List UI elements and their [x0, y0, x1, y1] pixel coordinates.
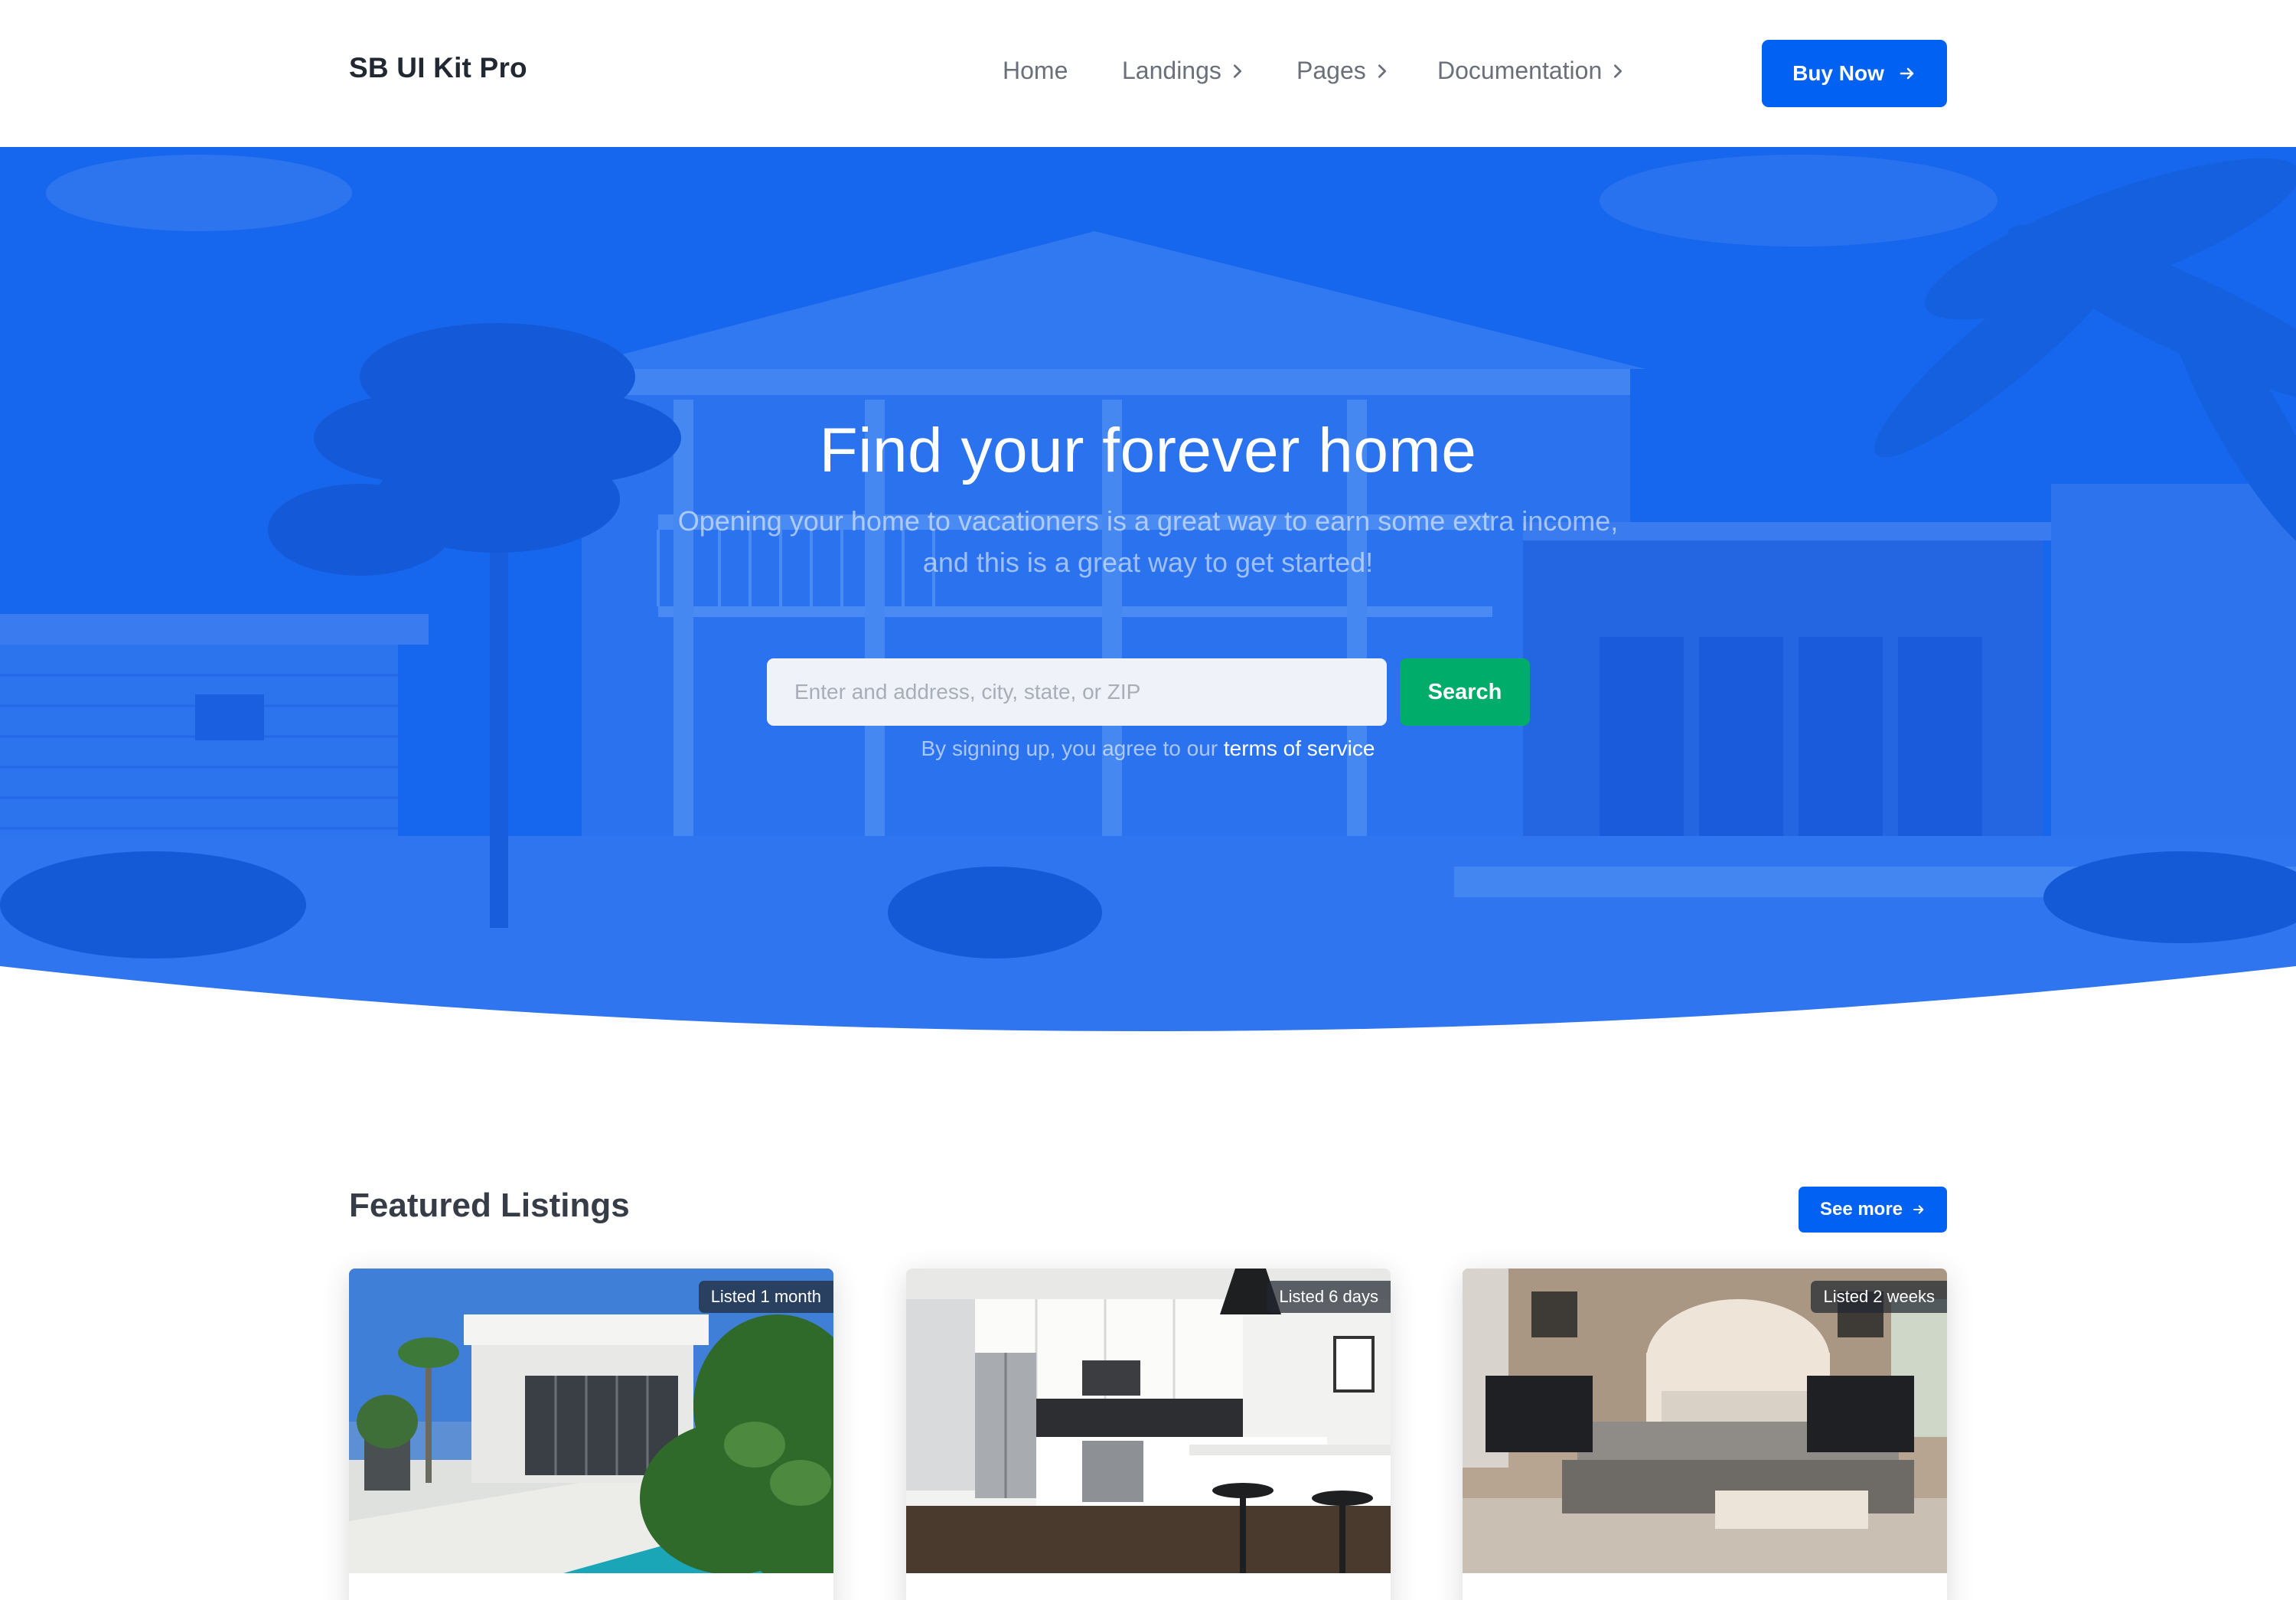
listing-card[interactable]: Listed 1 month	[349, 1269, 833, 1600]
featured-listings-heading: Featured Listings	[349, 1187, 630, 1224]
bedroom-photo	[1463, 1269, 1947, 1573]
search-button[interactable]: Search	[1400, 658, 1530, 726]
terms-of-service-link[interactable]: terms of service	[1224, 736, 1375, 760]
listed-time-badge: Listed 1 month	[698, 1281, 833, 1313]
nav-link-label: Landings	[1122, 57, 1221, 84]
listed-time-badge: Listed 6 days	[1267, 1281, 1391, 1313]
arrow-right-icon	[1913, 1205, 1924, 1214]
nav-link-label: Pages	[1296, 57, 1366, 84]
address-search-input[interactable]	[767, 658, 1387, 726]
chevron-right-icon	[1614, 64, 1623, 78]
hero-title: Find your forever home	[819, 416, 1477, 485]
kitchen-photo	[906, 1269, 1391, 1573]
terms-notice: By signing up, you agree to our terms of…	[0, 736, 2296, 761]
nav-link-home[interactable]: Home	[1003, 57, 1068, 85]
see-more-button[interactable]: See more	[1799, 1187, 1947, 1233]
brand-logo[interactable]: SB UI Kit Pro	[349, 52, 527, 84]
modern-house-pool-photo	[349, 1269, 833, 1573]
navbar: SB UI Kit Pro Home Landings Pages Docume…	[0, 0, 2296, 147]
buy-now-button[interactable]: Buy Now	[1762, 40, 1947, 107]
chevron-right-icon	[1233, 64, 1241, 78]
terms-prefix: By signing up, you agree to our	[921, 736, 1218, 760]
hero-section: Find your forever home Opening your home…	[0, 147, 2296, 1043]
see-more-label: See more	[1819, 1199, 1903, 1220]
listing-card[interactable]: Listed 2 weeks	[1463, 1269, 1947, 1600]
listing-card[interactable]: Listed 6 days	[906, 1269, 1391, 1600]
nav-link-documentation[interactable]: Documentation	[1437, 57, 1626, 85]
nav-link-landings[interactable]: Landings	[1122, 57, 1246, 85]
nav-link-label: Home	[1003, 57, 1068, 84]
chevron-right-icon	[1378, 64, 1386, 78]
listed-time-badge: Listed 2 weeks	[1811, 1281, 1947, 1313]
arrow-right-icon	[1900, 67, 1914, 80]
hero-background-house-image	[0, 147, 2296, 1043]
buy-now-label: Buy Now	[1792, 61, 1884, 85]
nav-link-pages[interactable]: Pages	[1296, 57, 1391, 85]
hero-subtitle: Opening your home to vacationers is a gr…	[677, 505, 1619, 578]
nav-link-label: Documentation	[1437, 57, 1603, 84]
